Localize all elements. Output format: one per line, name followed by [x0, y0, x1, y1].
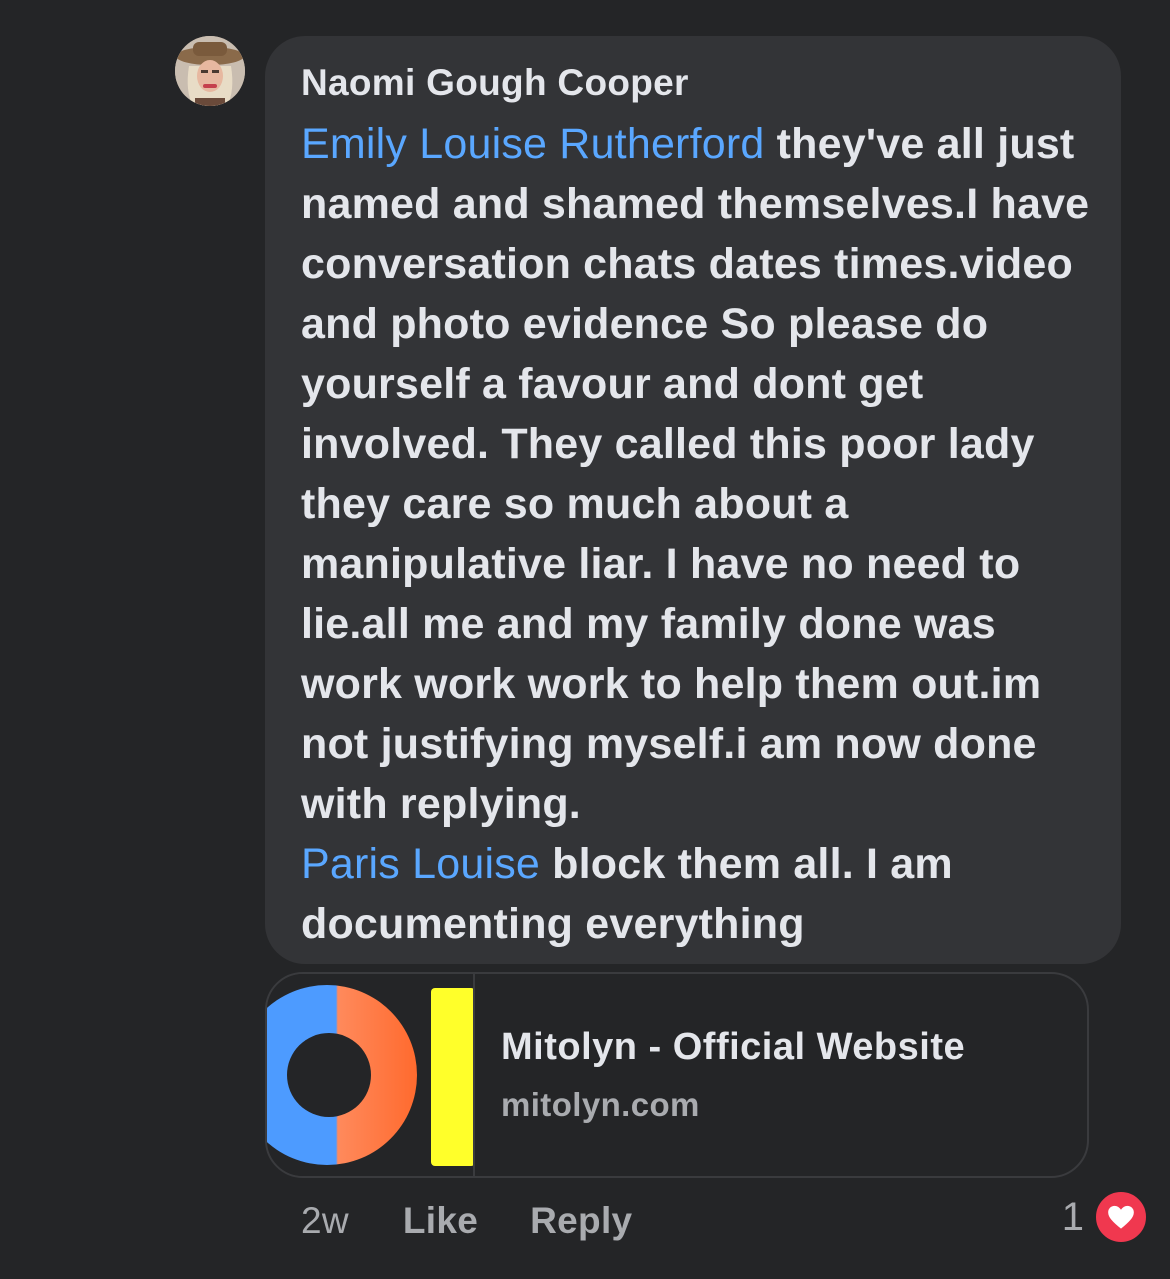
mention-link[interactable]: Paris Louise [301, 840, 540, 888]
comment-thread: Naomi Gough Cooper Emily Louise Rutherfo… [0, 0, 1170, 1279]
comment-text-part: they've all just named and shamed themse… [301, 120, 1090, 828]
mention-link[interactable]: Emily Louise Rutherford [301, 120, 764, 168]
avatar[interactable] [175, 36, 245, 106]
reaction-summary[interactable]: 1 [1062, 1190, 1148, 1244]
comment-author[interactable]: Naomi Gough Cooper [301, 60, 1091, 106]
comment-actions: 2w Like Reply [301, 1196, 684, 1246]
link-domain: mitolyn.com [501, 1086, 700, 1123]
comment-timestamp: 2w [301, 1200, 349, 1241]
reaction-count: 1 [1061, 1194, 1084, 1239]
like-button[interactable]: Like [403, 1200, 478, 1242]
link-thumbnail [267, 974, 475, 1176]
link-preview-card[interactable]: Mitolyn - Official Website mitolyn.com [265, 972, 1089, 1178]
heart-icon [1094, 1190, 1148, 1244]
comment-bubble: Naomi Gough Cooper Emily Louise Rutherfo… [265, 36, 1121, 964]
reply-button[interactable]: Reply [530, 1200, 632, 1242]
link-title[interactable]: Mitolyn - Official Website [501, 1026, 965, 1069]
comment-body: Emily Louise Rutherford they've all just… [301, 114, 1091, 954]
